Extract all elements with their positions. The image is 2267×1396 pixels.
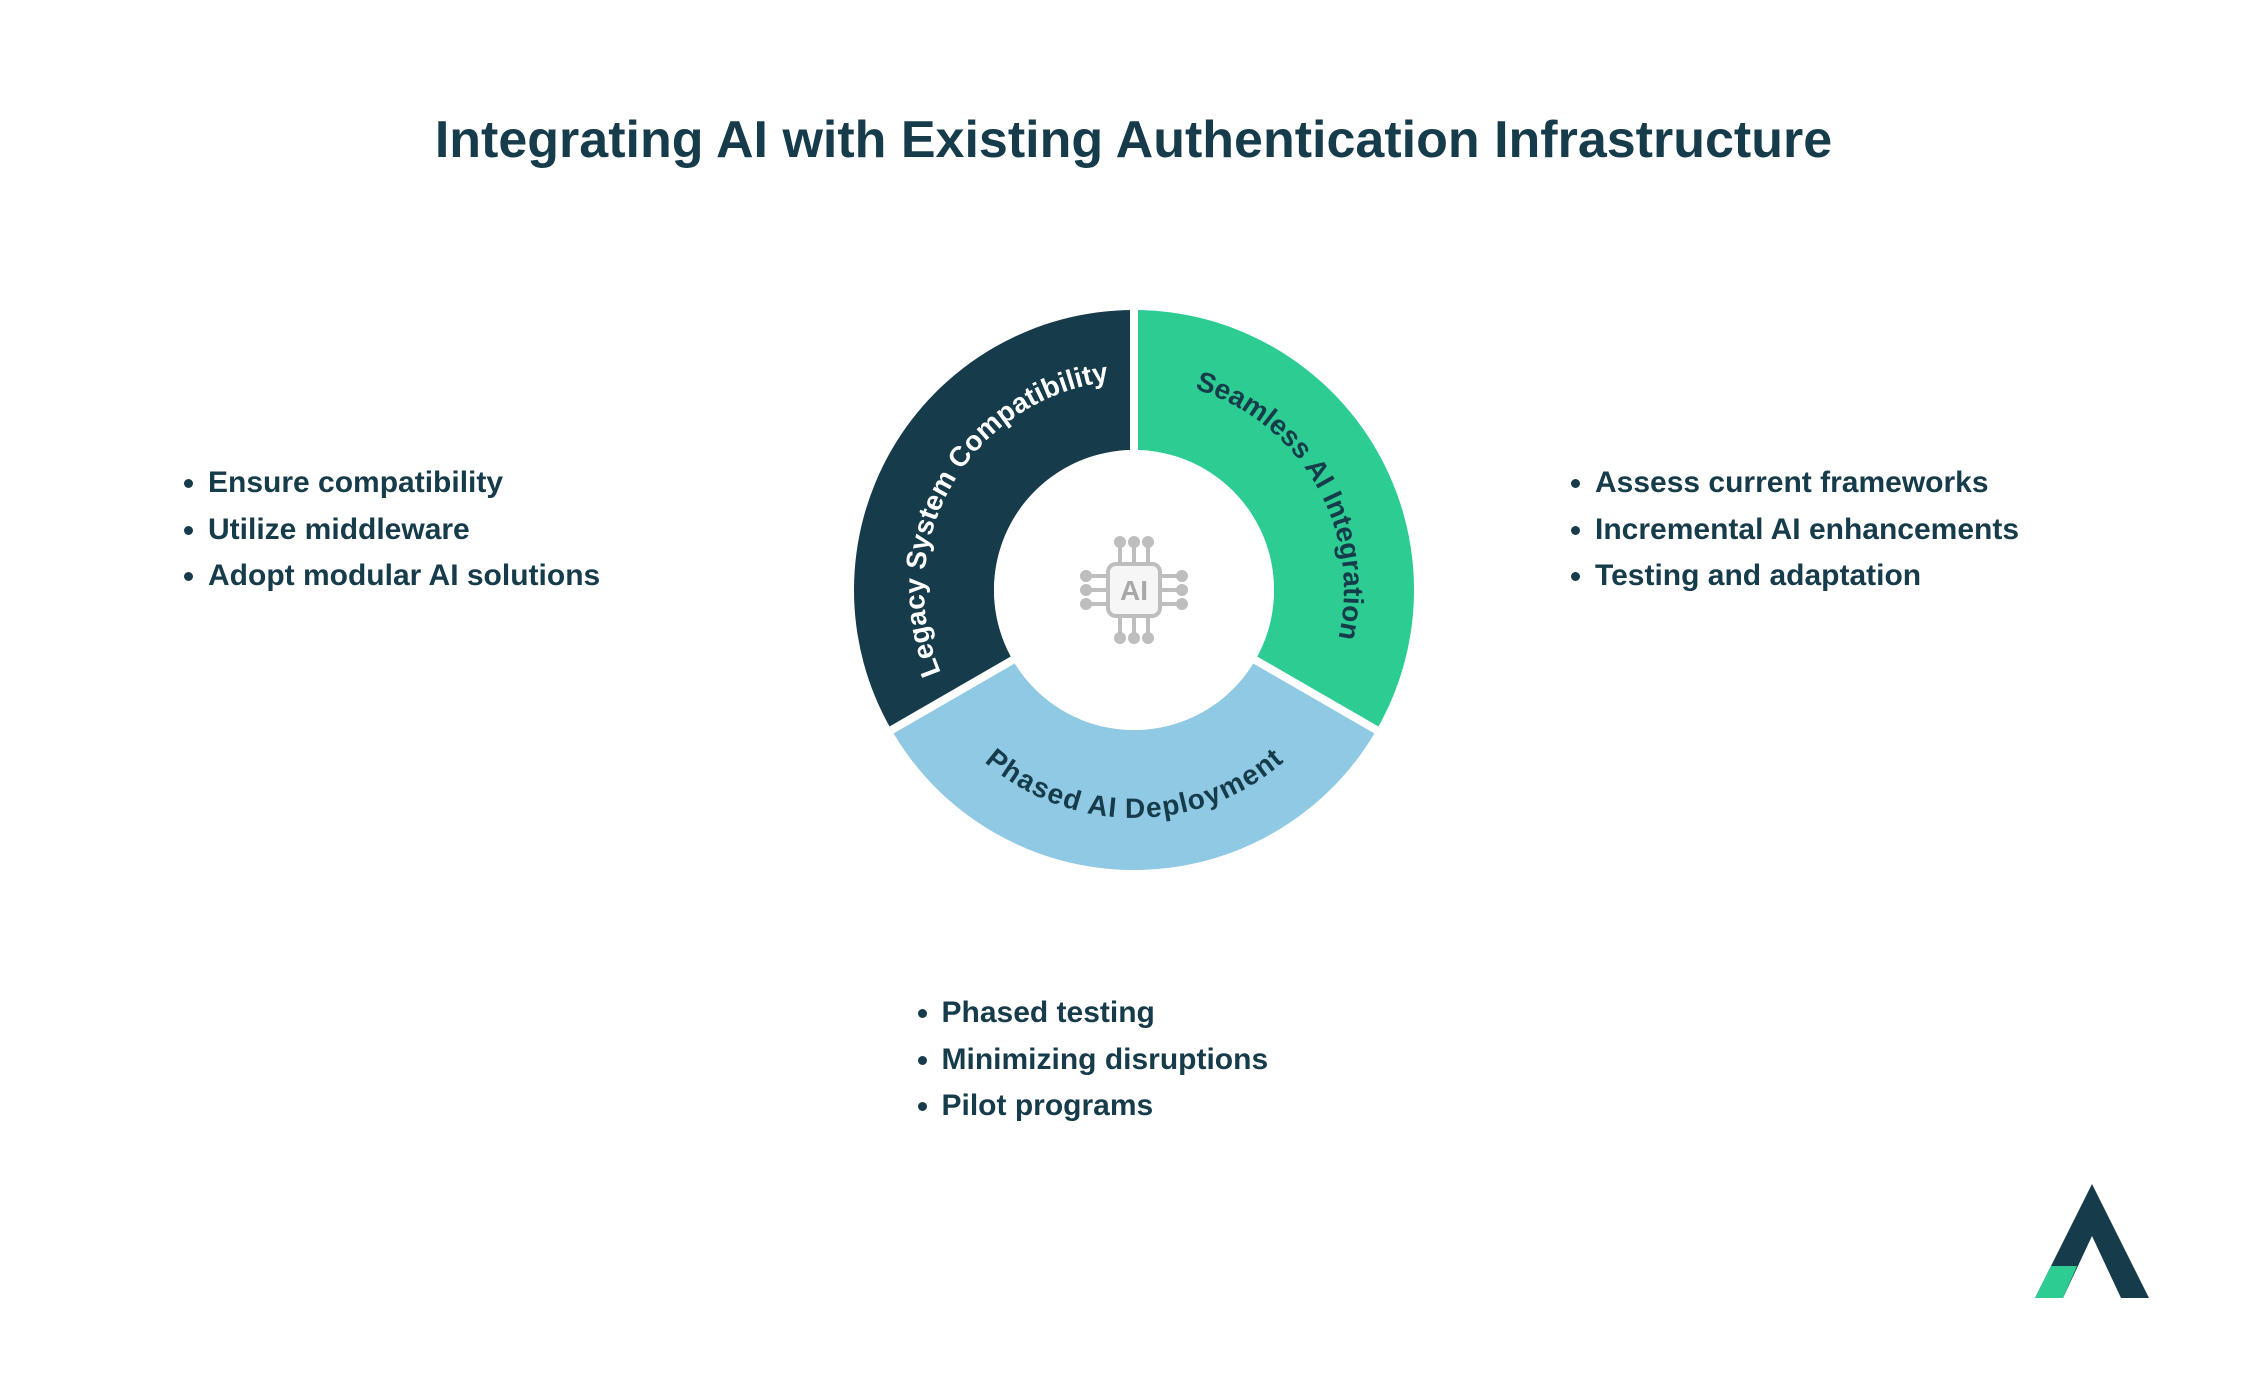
donut-chart: Legacy System Compatibility Seamless AI … [854, 310, 1414, 870]
page-title: Integrating AI with Existing Authenticat… [0, 110, 2267, 170]
list-item: Utilize middleware [208, 507, 700, 554]
list-item: Testing and adaptation [1595, 553, 2087, 600]
ai-chip-label: AI [1120, 575, 1148, 606]
right-bullet-list: Assess current frameworks Incremental AI… [1567, 460, 2087, 600]
list-item: Assess current frameworks [1595, 460, 2087, 507]
list-item: Minimizing disruptions [942, 1037, 1354, 1084]
list-item: Phased testing [942, 990, 1354, 1037]
list-item: Adopt modular AI solutions [208, 553, 700, 600]
brand-logo-icon [2027, 1176, 2157, 1306]
ai-chip-icon: AI [1059, 515, 1209, 665]
left-bullet-list: Ensure compatibility Utilize middleware … [180, 460, 700, 600]
bottom-bullet-list: Phased testing Minimizing disruptions Pi… [914, 990, 1354, 1130]
list-item: Ensure compatibility [208, 460, 700, 507]
list-item: Incremental AI enhancements [1595, 507, 2087, 554]
list-item: Pilot programs [942, 1083, 1354, 1130]
